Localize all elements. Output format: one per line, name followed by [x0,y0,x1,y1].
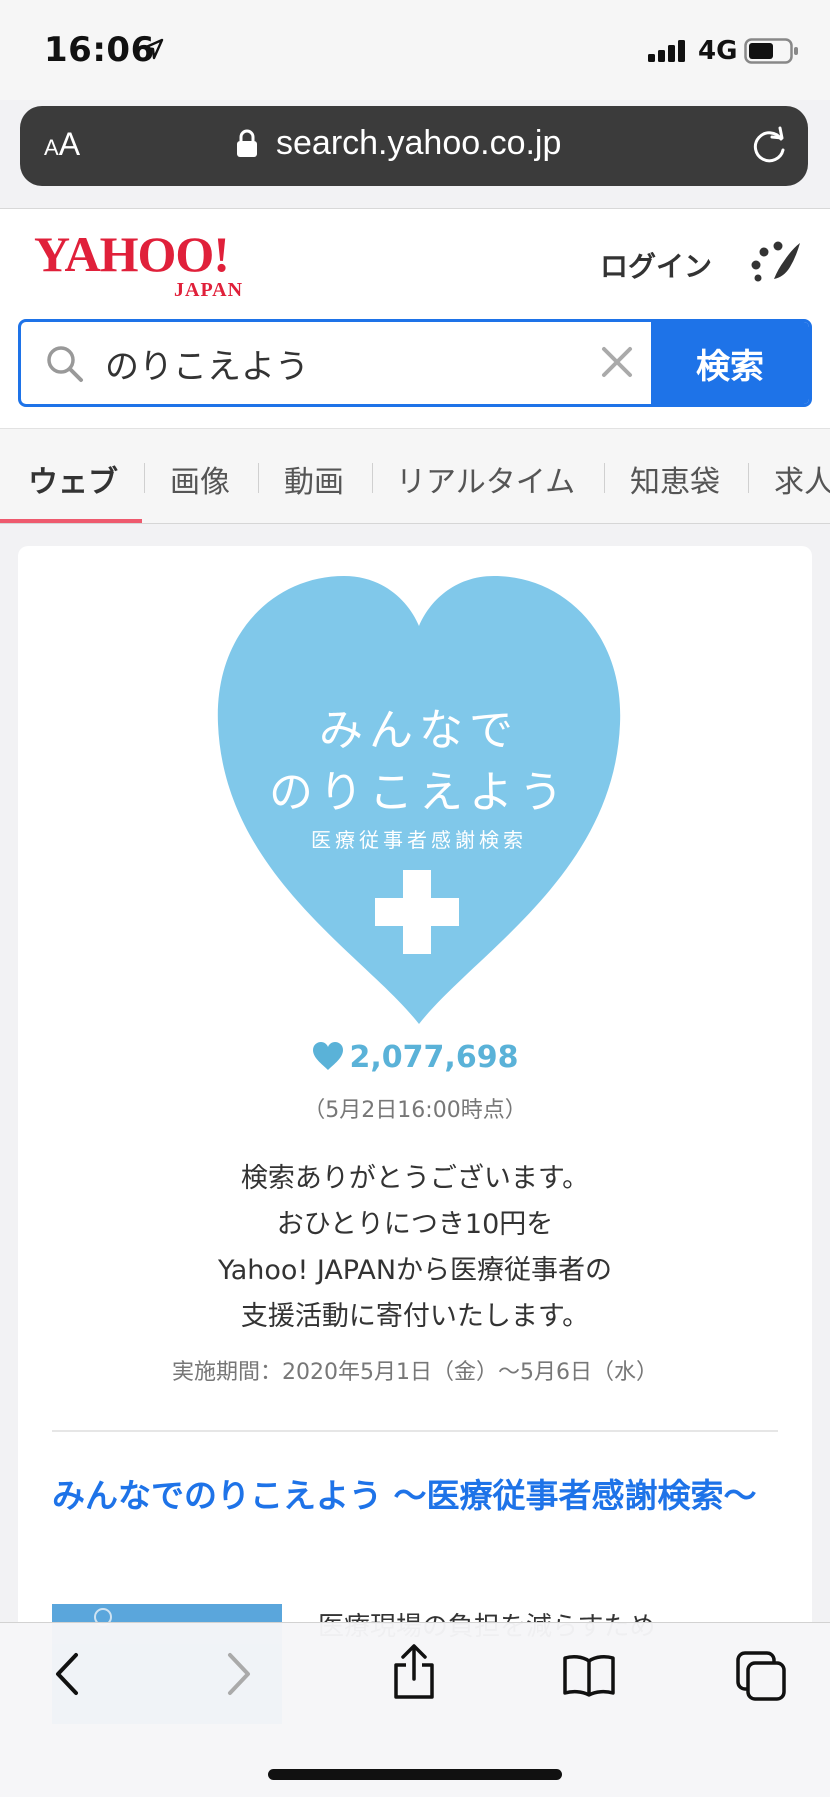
tab-separator [372,463,373,493]
address-bar[interactable]: AA search.yahoo.co.jp [20,106,808,186]
tab-jobs[interactable]: 求人 [774,457,830,501]
active-tab-indicator [0,519,142,523]
search-input[interactable] [105,336,585,390]
cellular-signal-icon [648,40,692,66]
tab-chiebukuro[interactable]: 知恵袋 [630,457,720,501]
url-text: search.yahoo.co.jp [276,124,562,162]
tab-separator [748,463,749,493]
home-indicator[interactable] [268,1769,562,1780]
heart-icon [312,1042,343,1070]
thanks-line: おひとりにつき10円を [276,1209,554,1240]
reload-icon[interactable] [750,126,790,170]
clock: 16:06 [44,30,155,70]
tab-web[interactable]: ウェブ [28,457,118,501]
campaign-card: みんなで のりこえよう 医療従事者感謝検索 2,077,698 （5月2日16:… [18,546,812,1746]
heart-text-line3: 医療従事者感謝検索 [311,828,527,852]
logo-main-text: YAHOO! [34,226,230,282]
text-size-small-label: A [44,135,59,160]
share-icon[interactable] [390,1643,438,1703]
lock-icon [236,128,258,162]
forward-icon[interactable] [222,1649,256,1703]
thanks-line: Yahoo! JAPANから医療従事者の [217,1255,613,1286]
heart-text-line1: みんなで [319,705,519,756]
browser-toolbar [0,1622,830,1797]
thanks-line: 支援活動に寄付いたします。 [240,1301,590,1332]
text-size-big-label: A [58,126,81,162]
search-count: 2,077,698 [18,1040,812,1075]
campaign-heart-banner[interactable]: みんなで のりこえよう 医療従事者感謝検索 [214,574,624,1026]
search-tabs: ウェブ 画像 動画 リアルタイム 知恵袋 求人 [0,428,830,524]
location-arrow-icon [142,38,164,64]
result-title-link[interactable]: みんなでのりこえよう 〜医療従事者感謝検索〜 [52,1470,772,1522]
status-bar: 16:06 4G [0,0,830,100]
search-count-value: 2,077,698 [349,1040,519,1075]
tab-videos[interactable]: 動画 [284,457,344,501]
clear-search-icon[interactable] [599,344,635,384]
theme-brush-icon[interactable] [748,239,804,289]
search-form: 検索 [18,319,812,407]
campaign-period: 実施期間：2020年5月1日（金）〜5月6日（水） [172,1360,658,1385]
text-size-button[interactable]: AA [44,126,80,163]
tab-images[interactable]: 画像 [170,457,230,501]
tab-separator [144,463,145,493]
page: 16:06 4G AA search.yahoo.co.jp YAHOO! JA… [0,0,830,1797]
divider [52,1430,778,1432]
yahoo-japan-logo[interactable]: YAHOO! JAPAN [34,226,274,301]
count-timestamp: （5月2日16:00時点） [303,1098,527,1123]
tabs-icon[interactable] [734,1649,788,1705]
thanks-line: 検索ありがとうございます。 [240,1163,590,1194]
bookmarks-icon[interactable] [562,1653,616,1701]
tab-realtime[interactable]: リアルタイム [396,457,575,501]
login-link[interactable]: ログイン [600,245,712,285]
battery-icon [744,38,800,68]
search-button[interactable]: 検索 [651,322,809,404]
tab-separator [604,463,605,493]
heart-text-line2: のりこえよう [269,767,569,818]
back-icon[interactable] [50,1649,84,1703]
network-type: 4G [698,36,738,66]
tab-separator [258,463,259,493]
yahoo-header: YAHOO! JAPAN ログイン のりこえよう 検索 [0,208,830,428]
logo-sub-text: JAPAN [174,279,244,301]
search-icon [45,344,85,388]
